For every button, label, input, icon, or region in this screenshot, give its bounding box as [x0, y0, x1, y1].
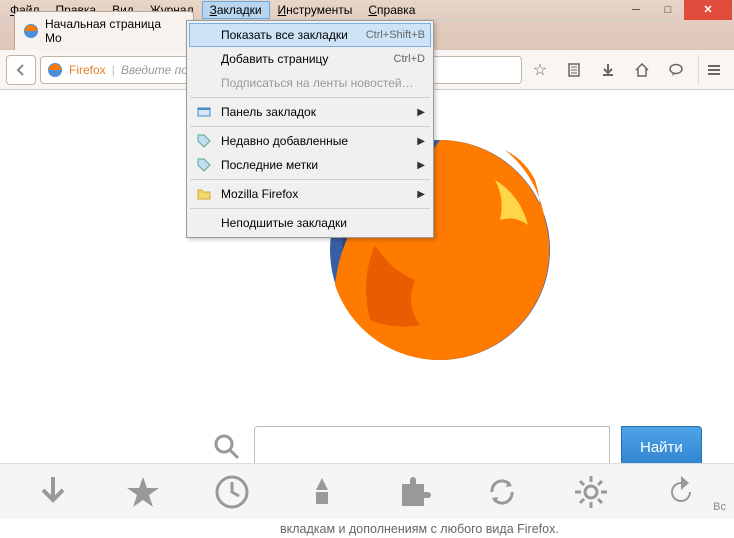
recent-tags[interactable]: Последние метки ▶	[189, 153, 431, 177]
tab-title: Начальная страница Mo	[45, 17, 181, 45]
browser-tab[interactable]: Начальная страница Mo	[14, 11, 194, 50]
close-button[interactable]: ✕	[684, 0, 732, 20]
bookmarks-toolbar[interactable]: Панель закладок ▶	[189, 100, 431, 124]
search-input[interactable]	[254, 426, 610, 468]
menu-separator	[190, 179, 430, 180]
settings-gear-icon[interactable]	[571, 472, 611, 512]
back-button[interactable]	[6, 55, 36, 85]
url-separator: |	[112, 63, 115, 77]
submenu-arrow-icon: ▶	[417, 160, 425, 171]
menu-separator	[190, 126, 430, 127]
subscribe-feeds: Подписаться на ленты новостей…	[189, 71, 431, 95]
submenu-arrow-icon: ▶	[417, 189, 425, 200]
menu-bookmarks[interactable]: Закладки	[202, 1, 270, 19]
mozilla-firefox-folder[interactable]: Mozilla Firefox ▶	[189, 182, 431, 206]
unsorted-bookmarks[interactable]: Неподшитые закладки	[189, 211, 431, 235]
reader-icon[interactable]	[560, 56, 588, 84]
history-clock-icon[interactable]	[212, 472, 252, 512]
menu-tools[interactable]: Инструменты	[270, 1, 361, 19]
downloads-icon[interactable]	[594, 56, 622, 84]
bottom-right-label: Вс	[713, 501, 726, 513]
sync-circle-icon[interactable]	[482, 472, 522, 512]
bottom-toolbar: Вс	[0, 463, 734, 519]
apps-icon[interactable]	[302, 472, 342, 512]
bookmarks-dropdown: Показать все закладки Ctrl+Shift+B Добав…	[186, 20, 434, 238]
firefox-label: Firefox	[69, 63, 106, 77]
menu-separator	[190, 97, 430, 98]
bookmark-star-icon[interactable]: ☆	[526, 56, 554, 84]
firefox-badge-icon	[47, 62, 63, 78]
search-button[interactable]: Найти	[621, 426, 702, 468]
maximize-button[interactable]: □	[652, 0, 684, 20]
folder-icon	[195, 186, 213, 202]
search-icon	[212, 432, 242, 462]
menu-help[interactable]: Справка	[360, 1, 423, 19]
hamburger-icon	[706, 62, 722, 78]
addons-puzzle-icon[interactable]	[392, 472, 432, 512]
restore-icon[interactable]	[661, 472, 701, 512]
submenu-arrow-icon: ▶	[417, 136, 425, 147]
submenu-arrow-icon: ▶	[417, 107, 425, 118]
add-page[interactable]: Добавить страницу Ctrl+D	[189, 47, 431, 71]
chat-icon[interactable]	[662, 56, 690, 84]
recently-added[interactable]: Недавно добавленные ▶	[189, 129, 431, 153]
menu-separator	[190, 208, 430, 209]
hamburger-menu[interactable]	[698, 55, 728, 85]
home-icon[interactable]	[628, 56, 656, 84]
firefox-favicon	[23, 23, 39, 39]
back-arrow-icon	[13, 62, 29, 78]
show-all-bookmarks[interactable]: Показать все закладки Ctrl+Shift+B	[189, 23, 431, 47]
minimize-button[interactable]: ─	[620, 0, 652, 20]
toolbar-icon	[195, 104, 213, 120]
search-row: Найти	[212, 426, 702, 468]
tag-icon	[195, 157, 213, 173]
tag-icon	[195, 133, 213, 149]
download-arrow-icon[interactable]	[33, 472, 73, 512]
bookmarks-star-icon[interactable]	[123, 472, 163, 512]
